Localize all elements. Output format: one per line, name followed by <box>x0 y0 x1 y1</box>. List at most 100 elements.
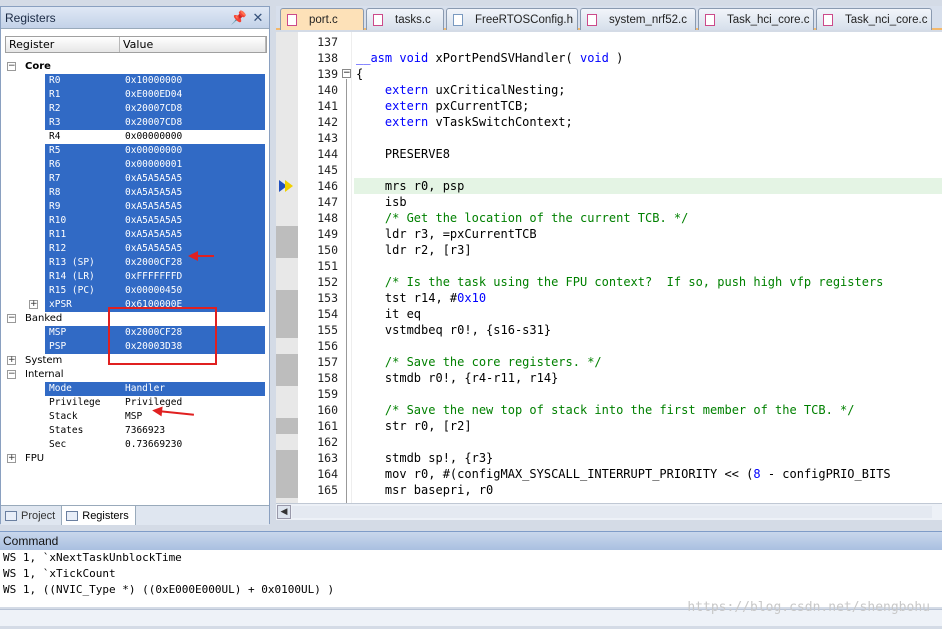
code-line[interactable]: str r0, [r2] <box>356 418 472 434</box>
scroll-thumb[interactable] <box>292 506 932 518</box>
code-line[interactable]: ldr r3, =pxCurrentTCB <box>356 226 537 242</box>
collapse-icon[interactable]: − <box>7 314 16 323</box>
collapse-icon[interactable]: − <box>7 62 16 71</box>
executable-line-marker[interactable] <box>276 418 298 434</box>
column-register[interactable]: Register <box>6 37 120 52</box>
tab-registers[interactable]: Registers <box>62 506 136 525</box>
tab-file[interactable]: Task_nci_core.c <box>816 8 932 30</box>
tab-file[interactable]: Task_hci_core.c <box>698 8 814 30</box>
register-row[interactable]: R2 0x20007CD8 <box>5 102 267 116</box>
scroll-left-arrow-icon[interactable]: ◀ <box>277 505 291 519</box>
register-row[interactable]: R14 (LR) 0xFFFFFFFD <box>5 270 267 284</box>
executable-line-marker[interactable] <box>276 354 298 370</box>
code-line[interactable]: /* Is the task using the FPU context? If… <box>356 274 884 290</box>
register-value[interactable]: 0xA5A5A5A5 <box>125 200 182 214</box>
register-row[interactable]: Stack MSP <box>5 410 267 424</box>
register-row[interactable]: R13 (SP) 0x2000CF28 <box>5 256 267 270</box>
register-value[interactable]: 0x00000450 <box>125 284 182 298</box>
register-row[interactable]: R15 (PC) 0x00000450 <box>5 284 267 298</box>
code-line[interactable]: extern pxCurrentTCB; <box>356 98 530 114</box>
tab-file[interactable]: tasks.c <box>366 8 444 30</box>
code-line[interactable]: __asm void xPortPendSVHandler( void ) <box>356 50 623 66</box>
code-line[interactable]: ldr r2, [r3] <box>356 242 472 258</box>
register-value[interactable]: 0x10000000 <box>125 74 182 88</box>
register-row[interactable]: R10 0xA5A5A5A5 <box>5 214 267 228</box>
code-line[interactable]: vstmdbeq r0!, {s16-s31} <box>356 322 551 338</box>
breakpoint-gutter[interactable] <box>276 32 298 503</box>
register-value[interactable]: 0xA5A5A5A5 <box>125 228 182 242</box>
tab-project[interactable]: Project <box>1 506 63 525</box>
code-line[interactable]: isb <box>356 194 407 210</box>
expand-icon[interactable]: + <box>7 356 16 365</box>
executable-line-marker[interactable] <box>276 226 298 242</box>
register-value[interactable]: 7366923 <box>125 424 165 438</box>
code-line[interactable]: msr basepri, r0 <box>356 482 493 498</box>
code-line[interactable]: /* Get the location of the current TCB. … <box>356 210 688 226</box>
close-icon[interactable]: ✕ <box>250 10 266 26</box>
pin-icon[interactable]: 📌 <box>231 10 247 26</box>
code-line[interactable]: PRESERVE8 <box>356 146 450 162</box>
register-value[interactable]: 0xFFFFFFFD <box>125 270 182 284</box>
register-value[interactable]: MSP <box>125 410 142 424</box>
register-row[interactable]: R1 0xE000ED04 <box>5 88 267 102</box>
fold-collapse-icon[interactable]: − <box>342 69 351 78</box>
code-line[interactable]: mov r0, #(configMAX_SYSCALL_INTERRUPT_PR… <box>356 466 891 482</box>
register-value[interactable]: 0xA5A5A5A5 <box>125 242 182 256</box>
collapse-icon[interactable]: − <box>7 370 16 379</box>
code-line[interactable]: it eq <box>356 306 421 322</box>
register-value[interactable]: 0xA5A5A5A5 <box>125 186 182 200</box>
editor-horizontal-scrollbar[interactable]: ◀ <box>276 503 942 520</box>
executable-line-marker[interactable] <box>276 322 298 338</box>
code-line[interactable]: /* Save the new top of stack into the fi… <box>356 402 855 418</box>
executable-line-marker[interactable] <box>276 466 298 482</box>
tab-file[interactable]: system_nrf52.c <box>580 8 696 30</box>
code-line[interactable]: { <box>356 66 363 82</box>
executable-line-marker[interactable] <box>276 450 298 466</box>
code-line[interactable]: extern uxCriticalNesting; <box>356 82 566 98</box>
code-line[interactable]: tst r14, #0x10 <box>356 290 486 306</box>
register-value[interactable]: 0xA5A5A5A5 <box>125 172 182 186</box>
executable-line-marker[interactable] <box>276 306 298 322</box>
register-row[interactable]: R11 0xA5A5A5A5 <box>5 228 267 242</box>
register-row[interactable]: R9 0xA5A5A5A5 <box>5 200 267 214</box>
code-line[interactable]: stmdb r0!, {r4-r11, r14} <box>356 370 558 386</box>
register-row[interactable]: R12 0xA5A5A5A5 <box>5 242 267 256</box>
column-value[interactable]: Value <box>120 37 266 52</box>
register-value[interactable]: 0x00000000 <box>125 144 182 158</box>
register-row[interactable]: R4 0x00000000 <box>5 130 267 144</box>
code-line[interactable]: extern vTaskSwitchContext; <box>356 114 573 130</box>
register-row[interactable]: Mode Handler <box>5 382 267 396</box>
register-value[interactable]: 0x2000CF28 <box>125 256 182 270</box>
executable-line-marker[interactable] <box>276 242 298 258</box>
register-value[interactable]: 0x00000001 <box>125 158 182 172</box>
register-value[interactable]: Handler <box>125 382 165 396</box>
register-row[interactable]: Privilege Privileged <box>5 396 267 410</box>
register-row[interactable]: R6 0x00000001 <box>5 158 267 172</box>
register-row[interactable]: R7 0xA5A5A5A5 <box>5 172 267 186</box>
group-internal[interactable]: − Internal <box>5 368 267 382</box>
group-fpu[interactable]: + FPU <box>5 452 267 466</box>
executable-line-marker[interactable] <box>276 482 298 498</box>
register-value[interactable]: 0x20007CD8 <box>125 102 182 116</box>
register-row[interactable]: States 7366923 <box>5 424 267 438</box>
register-row[interactable]: Sec 0.73669230 <box>5 438 267 452</box>
code-line[interactable]: stmdb sp!, {r3} <box>356 450 493 466</box>
register-value[interactable]: 0xE000ED04 <box>125 88 182 102</box>
tab-file[interactable]: FreeRTOSConfig.h <box>446 8 578 30</box>
register-value[interactable]: 0.73669230 <box>125 438 182 452</box>
register-value[interactable]: 0x00000000 <box>125 130 182 144</box>
code-editor[interactable]: 137 138 139 140 141 142 143 144 145 146 147 148 149 1… <box>276 32 942 503</box>
register-row[interactable]: R3 0x20007CD8 <box>5 116 267 130</box>
expand-icon[interactable]: + <box>7 454 16 463</box>
register-row[interactable]: R8 0xA5A5A5A5 <box>5 186 267 200</box>
tab-file[interactable]: port.c <box>280 8 364 30</box>
executable-line-marker[interactable] <box>276 370 298 386</box>
group-core[interactable]: − Core <box>5 60 267 74</box>
executable-line-marker[interactable] <box>276 290 298 306</box>
expand-icon[interactable]: + <box>29 300 38 309</box>
register-row[interactable]: R0 0x10000000 <box>5 74 267 88</box>
register-value[interactable]: 0xA5A5A5A5 <box>125 214 182 228</box>
register-value[interactable]: 0x20007CD8 <box>125 116 182 130</box>
code-line[interactable]: mrs r0, psp <box>356 178 464 194</box>
code-line[interactable]: /* Save the core registers. */ <box>356 354 602 370</box>
